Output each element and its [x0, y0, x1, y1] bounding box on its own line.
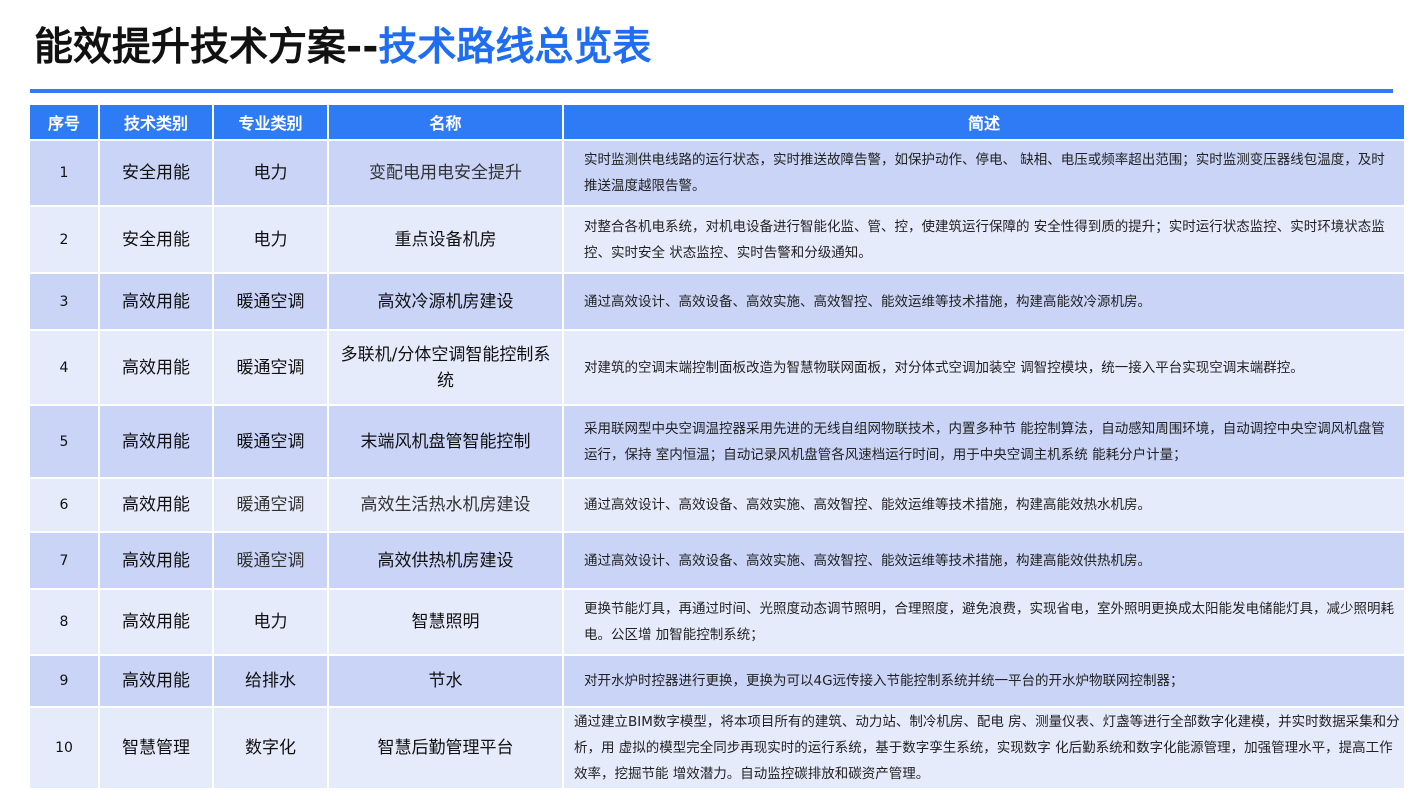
row-name: 多联机/分体空调智能控制系统: [329, 331, 562, 404]
row-tech: 高效用能: [100, 533, 212, 588]
column-header-major: 专业类别: [214, 105, 327, 139]
row-tech: 高效用能: [100, 590, 212, 654]
row-tech: 高效用能: [100, 331, 212, 404]
table-row: 10 智慧管理 数字化 智慧后勤管理平台 通过建立BIM数字模型，将本项目所有的…: [30, 708, 1404, 788]
table-row: 8 高效用能 电力 智慧照明 更换节能灯具，再通过时间、光照度动态调节照明，合理…: [30, 590, 1404, 654]
row-tech: 高效用能: [100, 406, 212, 477]
row-desc: 通过高效设计、高效设备、高效实施、高效智控、能效运维等技术措施，构建高能效供热机…: [564, 533, 1404, 588]
row-no: 3: [30, 274, 98, 329]
row-tech: 高效用能: [100, 479, 212, 531]
table-row: 3 高效用能 暖通空调 高效冷源机房建设 通过高效设计、高效设备、高效实施、高效…: [30, 274, 1404, 329]
row-tech: 高效用能: [100, 656, 212, 706]
table-row: 6 高效用能 暖通空调 高效生活热水机房建设 通过高效设计、高效设备、高效实施、…: [30, 479, 1404, 531]
row-major: 电力: [214, 141, 327, 205]
row-name: 高效供热机房建设: [329, 533, 562, 588]
row-desc: 对建筑的空调末端控制面板改造为智慧物联网面板，对分体式空调加装空 调智控模块，统…: [564, 331, 1404, 404]
row-major: 暖通空调: [214, 331, 327, 404]
row-major: 给排水: [214, 656, 327, 706]
row-no: 10: [30, 708, 98, 788]
row-tech: 安全用能: [100, 141, 212, 205]
row-desc: 对开水炉时控器进行更换，更换为可以4G远传接入节能控制系统并统一平台的开水炉物联…: [564, 656, 1404, 706]
table-row: 7 高效用能 暖通空调 高效供热机房建设 通过高效设计、高效设备、高效实施、高效…: [30, 533, 1404, 588]
column-header-desc: 简述: [564, 105, 1404, 139]
row-name: 智慧照明: [329, 590, 562, 654]
column-header-name: 名称: [329, 105, 562, 139]
row-major: 暖通空调: [214, 274, 327, 329]
row-no: 4: [30, 331, 98, 404]
row-major: 暖通空调: [214, 479, 327, 531]
row-desc: 对整合各机电系统，对机电设备进行智能化监、管、控，使建筑运行保障的 安全性得到质…: [564, 207, 1404, 272]
page-title: 能效提升技术方案--技术路线总览表: [34, 22, 651, 74]
row-no: 6: [30, 479, 98, 531]
row-name: 节水: [329, 656, 562, 706]
row-name: 高效冷源机房建设: [329, 274, 562, 329]
row-no: 7: [30, 533, 98, 588]
row-tech: 安全用能: [100, 207, 212, 272]
row-major: 电力: [214, 590, 327, 654]
title-divider: [30, 89, 1393, 93]
row-tech: 智慧管理: [100, 708, 212, 788]
row-major: 暖通空调: [214, 533, 327, 588]
row-desc: 通过高效设计、高效设备、高效实施、高效智控、能效运维等技术措施，构建高能效冷源机…: [564, 274, 1404, 329]
row-tech: 高效用能: [100, 274, 212, 329]
row-major: 电力: [214, 207, 327, 272]
row-desc: 实时监测供电线路的运行状态，实时推送故障告警，如保护动作、停电、 缺相、电压或频…: [564, 141, 1404, 205]
row-desc: 通过高效设计、高效设备、高效实施、高效智控、能效运维等技术措施，构建高能效热水机…: [564, 479, 1404, 531]
column-header-tech: 技术类别: [100, 105, 212, 139]
row-no: 8: [30, 590, 98, 654]
row-major: 暖通空调: [214, 406, 327, 477]
column-header-no: 序号: [30, 105, 98, 139]
page-title-sub: 技术路线总览表: [378, 25, 652, 70]
row-name: 高效生活热水机房建设: [329, 479, 562, 531]
page-title-separator: --: [346, 25, 379, 70]
row-name: 重点设备机房: [329, 207, 562, 272]
table-header-row: 序号 技术类别 专业类别 名称 简述: [30, 105, 1404, 139]
row-desc: 通过建立BIM数字模型，将本项目所有的建筑、动力站、制冷机房、配电 房、测量仪表…: [564, 708, 1404, 788]
row-desc: 采用联网型中央空调温控器采用先进的无线自组网物联技术，内置多种节 能控制算法，自…: [564, 406, 1404, 477]
table-row: 5 高效用能 暖通空调 末端风机盘管智能控制 采用联网型中央空调温控器采用先进的…: [30, 406, 1404, 477]
row-name: 智慧后勤管理平台: [329, 708, 562, 788]
row-major: 数字化: [214, 708, 327, 788]
table-row: 9 高效用能 给排水 节水 对开水炉时控器进行更换，更换为可以4G远传接入节能控…: [30, 656, 1404, 706]
tech-route-table: 序号 技术类别 专业类别 名称 简述 1 安全用能 电力 变配电用电安全提升 实…: [28, 103, 1406, 790]
table-row: 1 安全用能 电力 变配电用电安全提升 实时监测供电线路的运行状态，实时推送故障…: [30, 141, 1404, 205]
row-no: 9: [30, 656, 98, 706]
row-name: 变配电用电安全提升: [329, 141, 562, 205]
page-title-main: 能效提升技术方案: [34, 25, 347, 70]
row-name: 末端风机盘管智能控制: [329, 406, 562, 477]
table-row: 4 高效用能 暖通空调 多联机/分体空调智能控制系统 对建筑的空调末端控制面板改…: [30, 331, 1404, 404]
table-row: 2 安全用能 电力 重点设备机房 对整合各机电系统，对机电设备进行智能化监、管、…: [30, 207, 1404, 272]
row-no: 1: [30, 141, 98, 205]
row-no: 5: [30, 406, 98, 477]
row-desc: 更换节能灯具，再通过时间、光照度动态调节照明，合理照度，避免浪费，实现省电，室外…: [564, 590, 1404, 654]
row-no: 2: [30, 207, 98, 272]
